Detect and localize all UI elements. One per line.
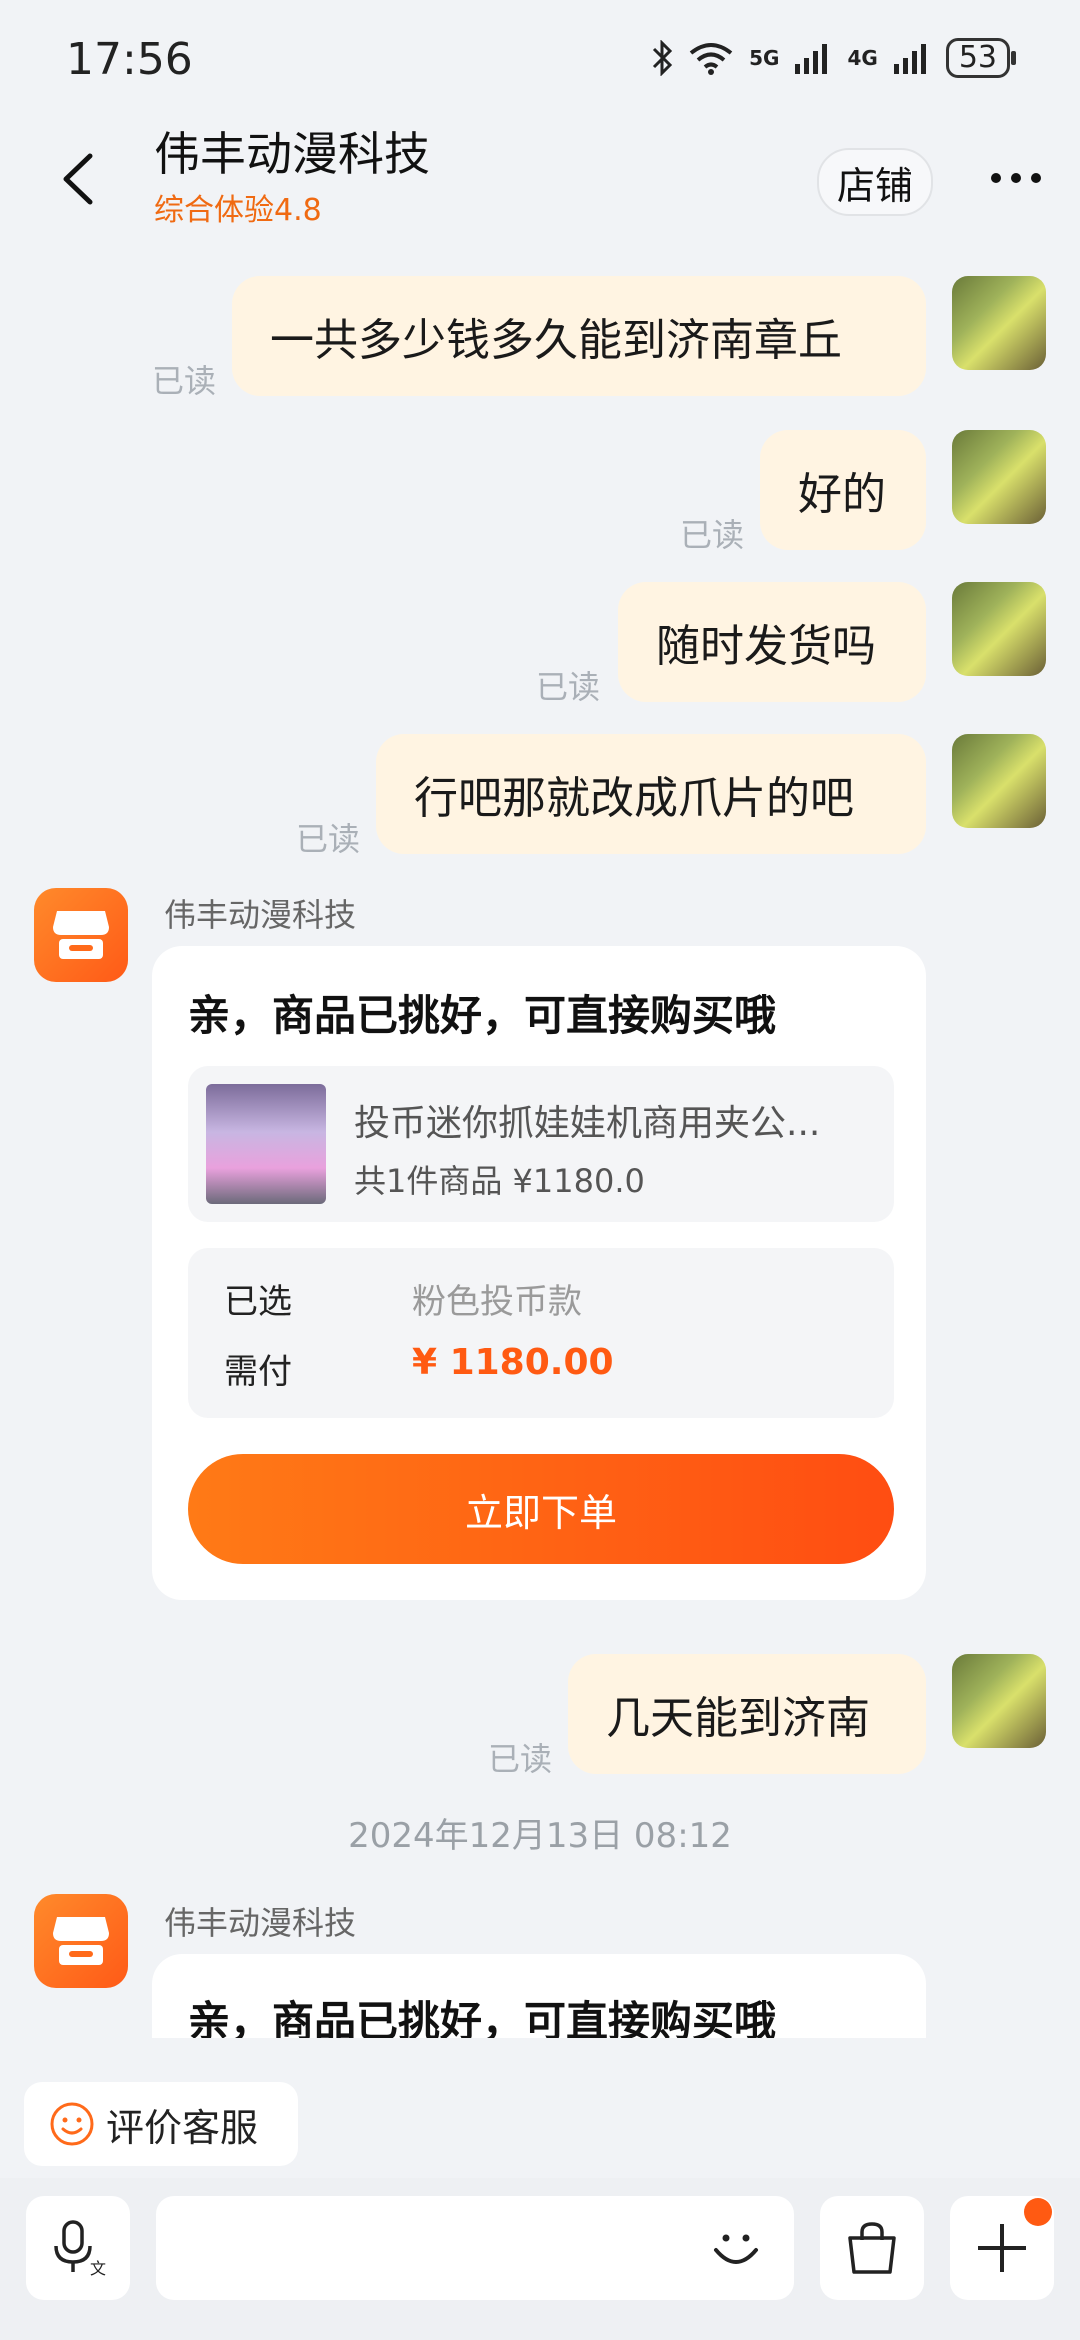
order-card-title: 亲，商品已挑好，可直接购买哦 <box>188 1997 777 2038</box>
message-text: 几天能到济南 <box>606 1693 870 1744</box>
store-button[interactable]: 店铺 <box>817 148 933 216</box>
svg-text:文: 文 <box>90 2259 106 2278</box>
signal-icon <box>795 44 828 74</box>
status-icons: 5G 4G 53 <box>651 38 1017 78</box>
message-bubble-outgoing[interactable]: 行吧那就改成爪片的吧 <box>376 734 926 854</box>
rate-service-button[interactable]: 评价客服 <box>24 2082 298 2166</box>
message-text: 随时发货吗 <box>656 621 876 672</box>
sender-name: 伟丰动漫科技 <box>164 896 357 934</box>
selected-label: 已选 <box>224 1282 292 1322</box>
microphone-icon: 文 <box>54 2220 106 2278</box>
read-receipt: 已读 <box>296 820 361 858</box>
product-summary: 共1件商品 ¥1180.0 <box>354 1162 645 1200</box>
status-time: 17:56 <box>66 34 193 85</box>
read-receipt: 已读 <box>536 668 601 706</box>
order-card: 亲，商品已挑好，可直接购买哦 投币迷你抓娃娃机商用夹公... 共1件商品 ¥11… <box>152 946 926 1600</box>
sender-name: 伟丰动漫科技 <box>164 1904 357 1942</box>
message-text: 一共多少钱多久能到济南章丘 <box>270 315 842 366</box>
product-title: 投币迷你抓娃娃机商用夹公... <box>354 1103 821 1144</box>
shopping-bag-icon <box>848 2222 896 2274</box>
pay-amount: ¥ 1180.00 <box>412 1342 614 1383</box>
voice-input-button[interactable]: 文 <box>26 2196 130 2300</box>
rate-service-label: 评价客服 <box>106 2105 259 2150</box>
notification-dot <box>1024 2198 1052 2226</box>
order-card-title: 亲，商品已挑好，可直接购买哦 <box>188 991 777 1040</box>
wifi-icon <box>689 43 733 75</box>
shopping-bag-button[interactable] <box>820 2196 924 2300</box>
read-receipt: 已读 <box>488 1740 553 1778</box>
rating-label[interactable]: 综合体验4.8 <box>154 185 322 229</box>
user-avatar[interactable] <box>952 1654 1046 1748</box>
user-avatar[interactable] <box>952 276 1046 370</box>
place-order-button[interactable]: 立即下单 <box>188 1454 894 1564</box>
user-avatar[interactable] <box>952 430 1046 524</box>
signal-icon <box>893 44 926 74</box>
read-receipt: 已读 <box>680 516 745 554</box>
order-details: 已选 粉色投币款 需付 ¥ 1180.00 <box>188 1248 894 1418</box>
store-logo-icon <box>53 1917 109 1965</box>
message-input[interactable] <box>156 2196 794 2300</box>
user-avatar[interactable] <box>952 734 1046 828</box>
message-bubble-outgoing[interactable]: 几天能到济南 <box>568 1654 926 1774</box>
store-logo-icon <box>53 911 109 959</box>
network-5g-label: 5G <box>749 46 780 70</box>
read-receipt: 已读 <box>152 362 217 400</box>
more-options-icon[interactable] <box>990 172 1042 184</box>
selected-value: 粉色投币款 <box>412 1282 582 1322</box>
user-avatar[interactable] <box>952 582 1046 676</box>
product-image <box>206 1084 326 1204</box>
message-text: 行吧那就改成爪片的吧 <box>414 773 854 824</box>
plus-icon <box>978 2224 1026 2272</box>
order-card: 亲，商品已挑好，可直接购买哦 <box>152 1954 926 2038</box>
pay-label: 需付 <box>224 1352 292 1392</box>
timestamp: 2024年12月13日 08:12 <box>348 1816 732 1856</box>
message-text: 好的 <box>798 469 886 520</box>
back-arrow-icon[interactable] <box>56 150 104 208</box>
shop-avatar[interactable] <box>34 1894 128 1988</box>
message-bubble-outgoing[interactable]: 一共多少钱多久能到济南章丘 <box>232 276 926 396</box>
battery-indicator: 53 <box>945 38 1017 78</box>
product-item[interactable]: 投币迷你抓娃娃机商用夹公... 共1件商品 ¥1180.0 <box>188 1066 894 1222</box>
emoji-icon[interactable] <box>706 2218 766 2278</box>
network-4g-label: 4G <box>847 46 878 70</box>
chat-title: 伟丰动漫科技 <box>154 127 430 181</box>
smile-icon <box>50 2102 94 2146</box>
message-bubble-outgoing[interactable]: 随时发货吗 <box>618 582 926 702</box>
message-bubble-outgoing[interactable]: 好的 <box>760 430 926 550</box>
bluetooth-icon <box>653 40 673 76</box>
shop-avatar[interactable] <box>34 888 128 982</box>
